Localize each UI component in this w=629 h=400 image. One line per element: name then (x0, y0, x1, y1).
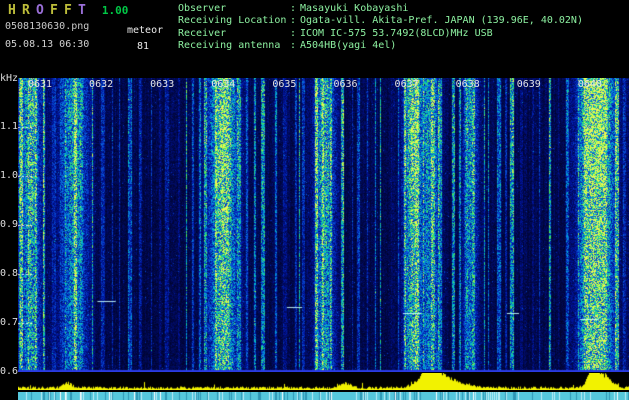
app-logo: HROFFT (8, 3, 92, 18)
app-title-letter: H (8, 3, 16, 18)
app-title-letter: R (22, 3, 30, 18)
info-separator: : (290, 40, 297, 52)
app-title-letter: F (50, 3, 58, 18)
mode-label: meteor (127, 25, 164, 36)
station-info-line: Receiving antenna: A504HB(yagi 4el) (178, 40, 583, 52)
info-separator: : (290, 3, 297, 14)
info-value: Masayuki Kobayashi (300, 3, 409, 14)
freq-tick-0.6: 0.6 (0, 366, 19, 377)
app-title-letter: F (64, 3, 72, 18)
station-info-line: Observer: Masayuki Kobayashi (178, 3, 583, 15)
meteor-count: 81 (137, 41, 150, 52)
freq-tick-1.1: 1.1 (0, 121, 19, 132)
signal-meter-canvas (18, 373, 629, 390)
info-value: ICOM IC-575 53.7492(8LCD)MHz USB (300, 27, 493, 39)
station-info-line: Receiving Location: Ogata-vill. Akita-Pre… (178, 15, 583, 27)
status-bar-canvas (18, 392, 629, 400)
freq-tick-0.8: 0.8 (0, 268, 19, 279)
app-title-letter: O (36, 3, 44, 18)
info-value: Ogata-vill. Akita-Pref. JAPAN (139.96E, … (300, 15, 583, 27)
info-separator: : (290, 27, 297, 39)
info-label: Receiving antenna (178, 40, 281, 52)
info-separator: : (290, 15, 297, 27)
y-axis-unit: kHz (0, 73, 19, 84)
info-label: Receiving Location (178, 15, 287, 27)
app-title: HROFFT 1.00 (8, 3, 128, 18)
info-label: Observer (178, 3, 227, 14)
station-info-line: Receiver: ICOM IC-575 53.7492(8LCD)MHz US… (178, 28, 583, 40)
freq-tick-0.7: 0.7 (0, 317, 19, 328)
app-version: 1.00 (101, 4, 129, 17)
app-title-letter: T (78, 3, 86, 18)
info-value: A504HB(yagi 4el) (300, 40, 397, 52)
observation-datetime: 05.08.13 06:30 (5, 39, 90, 50)
spectrogram-canvas (18, 78, 629, 372)
hrofft-window: HROFFT 1.00 0508130630.png meteor 05.08.… (0, 0, 629, 400)
info-label: Receiver (178, 27, 227, 39)
station-info-block: Observer: Masayuki Kobayashi Receiving Loc… (178, 3, 583, 53)
freq-tick-1.0: 1.0 (0, 170, 19, 181)
output-filename: 0508130630.png (5, 21, 90, 32)
freq-tick-0.9: 0.9 (0, 219, 19, 230)
